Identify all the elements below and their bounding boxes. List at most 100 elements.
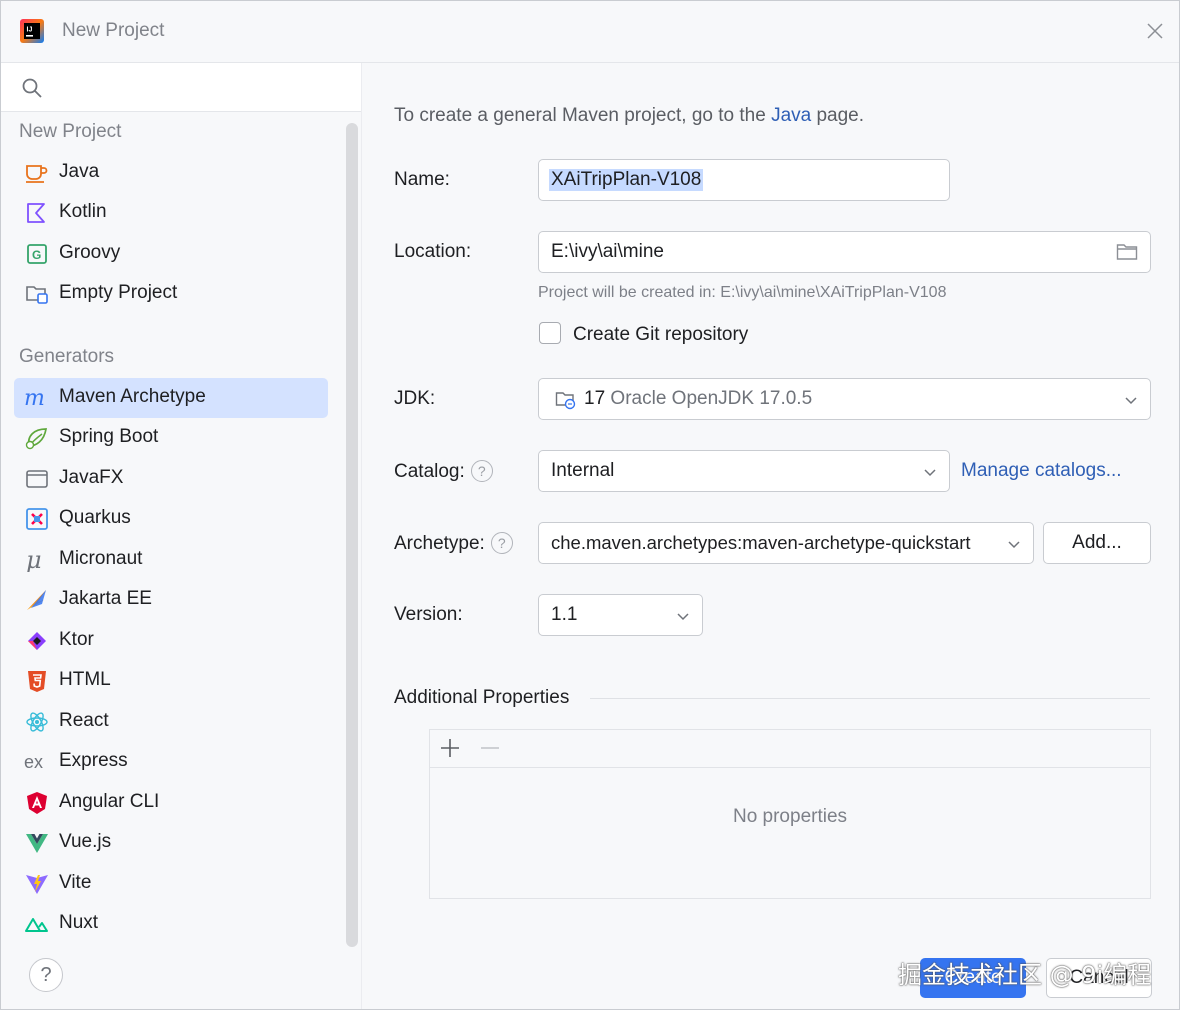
question-icon[interactable]: ? xyxy=(490,532,513,554)
question-icon[interactable]: ? xyxy=(470,460,493,482)
version-label: Version: xyxy=(394,604,463,625)
chevron-down-icon xyxy=(1125,397,1137,405)
react-icon xyxy=(26,712,48,732)
sidebar-item-jakarta-ee[interactable]: Jakarta EE xyxy=(14,580,328,620)
groovy-icon: G xyxy=(27,244,47,264)
html5-icon xyxy=(28,671,46,692)
archetype-select[interactable]: che.maven.archetypes:maven-archetype-qui… xyxy=(538,522,1034,564)
sidebar-item-vite[interactable]: Vite xyxy=(14,864,328,904)
catalog-label: Catalog:? xyxy=(394,460,493,483)
location-field[interactable]: E:\ivy\ai\mine xyxy=(538,231,1151,273)
sidebar-item-nuxt[interactable]: Nuxt xyxy=(14,904,328,944)
location-value: E:\ivy\ai\mine xyxy=(551,241,664,262)
sidebar-item-label: Java xyxy=(59,161,100,182)
sidebar-item-label: Jakarta EE xyxy=(59,588,152,609)
archetype-label: Archetype:? xyxy=(394,532,513,555)
sidebar-item-label: Ktor xyxy=(59,629,94,650)
create-git-label: Create Git repository xyxy=(573,324,749,345)
sidebar-item-label: Micronaut xyxy=(59,548,143,569)
archetype-label-text: Archetype: xyxy=(394,533,485,554)
sidebar-item-label: Maven Archetype xyxy=(59,386,206,407)
search-icon xyxy=(22,78,42,98)
sidebar-item-label: Nuxt xyxy=(59,912,99,933)
sidebar-item-angular-cli[interactable]: Angular CLI xyxy=(14,783,328,823)
sidebar-item-label: Express xyxy=(59,750,128,771)
sidebar-item-empty-project[interactable]: Empty Project xyxy=(14,274,328,314)
hint-text-suffix: page. xyxy=(811,105,865,126)
jdk-version: 17 xyxy=(584,388,606,409)
sidebar-item-kotlin[interactable]: Kotlin xyxy=(14,193,328,233)
svg-text:ex: ex xyxy=(24,752,43,772)
name-field[interactable]: XAiTripPlan-V108 xyxy=(538,159,950,201)
properties-toolbar xyxy=(430,730,1150,768)
sidebar-scrollbar[interactable] xyxy=(346,123,358,947)
maven-icon: m xyxy=(24,386,45,410)
chevron-down-icon xyxy=(677,613,689,621)
version-value: 1.1 xyxy=(551,604,578,625)
sidebar-item-express[interactable]: ex Express xyxy=(14,742,328,782)
sidebar-item-label: HTML xyxy=(59,669,111,690)
sidebar-item-micronaut[interactable]: μ Micronaut xyxy=(14,540,328,580)
project-type-sidebar: New Project Java Kotlin G Groovy Empty P… xyxy=(1,63,362,1009)
sidebar-item-label: React xyxy=(59,710,109,731)
sidebar-item-react[interactable]: React xyxy=(14,702,328,742)
jakarta-ee-icon xyxy=(27,590,46,610)
catalog-select[interactable]: Internal xyxy=(538,450,950,492)
new-project-dialog: IJ New Project New Project Java Kotlin G… xyxy=(0,0,1180,1010)
java-page-link[interactable]: Java xyxy=(771,105,811,126)
nuxt-icon xyxy=(25,918,48,932)
folder-icon[interactable] xyxy=(1116,242,1138,262)
form-hint: To create a general Maven project, go to… xyxy=(394,105,864,127)
sidebar-item-label: Angular CLI xyxy=(59,791,160,812)
express-icon: ex xyxy=(24,752,43,772)
additional-properties-title: Additional Properties xyxy=(394,687,570,708)
sidebar-item-label: Kotlin xyxy=(59,201,107,222)
search-input[interactable] xyxy=(53,71,347,103)
kotlin-icon xyxy=(27,203,45,223)
location-label: Location: xyxy=(394,241,472,262)
micronaut-icon: μ xyxy=(26,548,42,572)
sidebar-item-label: Vue.js xyxy=(59,831,112,852)
minus-icon[interactable] xyxy=(480,738,500,758)
sidebar-item-quarkus[interactable]: Quarkus xyxy=(14,499,328,539)
jdk-select[interactable]: 17 Oracle OpenJDK 17.0.5 xyxy=(538,378,1151,420)
sidebar-item-label: Vite xyxy=(59,872,92,893)
sidebar-item-label: JavaFX xyxy=(59,467,124,488)
create-git-checkbox[interactable] xyxy=(539,322,561,344)
properties-table: No properties xyxy=(429,729,1151,899)
name-value: XAiTripPlan-V108 xyxy=(549,169,704,191)
spring-boot-icon xyxy=(25,428,48,450)
vue-icon xyxy=(26,834,48,853)
close-icon[interactable] xyxy=(1143,19,1167,43)
title-bar: IJ New Project xyxy=(1,1,1179,63)
version-select[interactable]: 1.1 xyxy=(538,594,703,636)
sidebar-item-groovy[interactable]: G Groovy xyxy=(14,234,328,274)
sidebar-item-spring-boot[interactable]: Spring Boot xyxy=(14,418,328,458)
sidebar-item-label: Spring Boot xyxy=(59,426,159,447)
chevron-down-icon xyxy=(924,469,936,477)
help-button[interactable]: ? xyxy=(29,958,63,992)
hint-text: To create a general Maven project, go to… xyxy=(394,105,772,126)
catalog-label-text: Catalog: xyxy=(394,461,465,482)
manage-catalogs-link[interactable]: Manage catalogs... xyxy=(961,460,1122,482)
intellij-logo-icon: IJ xyxy=(20,19,44,43)
svg-text:m: m xyxy=(24,386,45,410)
sidebar-item-ktor[interactable]: Ktor xyxy=(14,621,328,661)
vite-icon xyxy=(26,875,48,894)
sidebar-item-javafx[interactable]: JavaFX xyxy=(14,459,328,499)
section-divider xyxy=(590,698,1150,699)
search-bar xyxy=(1,63,361,112)
java-cup-icon xyxy=(26,165,48,183)
sidebar-item-vue[interactable]: Vue.js xyxy=(14,823,328,863)
maven-archetype-form: To create a general Maven project, go to… xyxy=(362,63,1179,1009)
add-archetype-button[interactable]: Add... xyxy=(1043,522,1151,564)
quarkus-icon xyxy=(26,508,48,530)
location-hint: Project will be created in: E:\ivy\ai\mi… xyxy=(538,284,947,301)
sidebar-item-maven-archetype[interactable]: m Maven Archetype xyxy=(14,378,328,418)
empty-project-icon xyxy=(26,286,48,304)
angular-icon xyxy=(27,792,47,814)
plus-icon[interactable] xyxy=(440,738,460,758)
svg-text:IJ: IJ xyxy=(27,27,33,34)
sidebar-item-java[interactable]: Java xyxy=(14,153,328,193)
sidebar-item-html[interactable]: HTML xyxy=(14,661,328,701)
